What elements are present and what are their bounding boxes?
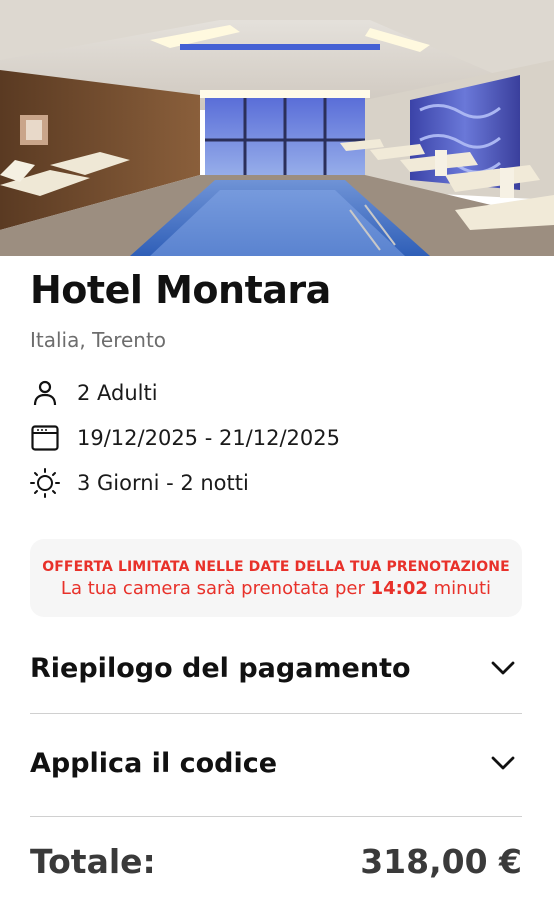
chevron-down-icon: [490, 750, 516, 776]
hotel-pool-photo: [0, 0, 554, 256]
hotel-name: Hotel Montara: [30, 268, 331, 312]
offer-timer: 14:02: [370, 578, 428, 599]
offer-text-before: La tua camera sarà prenotata per: [60, 578, 371, 599]
dates-text: 19/12/2025 - 21/12/2025: [77, 426, 341, 450]
total-label: Totale:: [30, 842, 156, 881]
payment-summary-label: Riepilogo del pagamento: [30, 652, 411, 684]
offer-title: OFFERTA LIMITATA NELLE DATE DELLA TUA PR…: [42, 559, 510, 575]
apply-code-toggle[interactable]: Applica il codice: [30, 743, 522, 783]
payment-summary-toggle[interactable]: Riepilogo del pagamento: [30, 648, 522, 688]
guests-row: 2 Adulti: [30, 378, 158, 408]
dates-row: 19/12/2025 - 21/12/2025: [30, 423, 340, 453]
duration-row: 3 Giorni - 2 notti: [30, 468, 249, 498]
limited-offer-banner: OFFERTA LIMITATA NELLE DATE DELLA TUA PR…: [30, 539, 522, 617]
offer-text: La tua camera sarà prenotata per 14:02 m…: [30, 578, 522, 599]
user-icon: [30, 378, 60, 408]
duration-text: 3 Giorni - 2 notti: [77, 471, 249, 495]
offer-text-after: minuti: [427, 578, 492, 599]
total-value: 318,00 €: [360, 842, 522, 881]
guests-text: 2 Adulti: [77, 381, 158, 405]
divider: [30, 713, 522, 714]
hotel-location: Italia, Terento: [30, 328, 167, 352]
hotel-image: [0, 0, 554, 256]
sun-icon: [30, 468, 60, 498]
apply-code-label: Applica il codice: [30, 747, 278, 779]
chevron-down-icon: [490, 655, 516, 681]
calendar-icon: [30, 423, 60, 453]
divider: [30, 816, 522, 817]
